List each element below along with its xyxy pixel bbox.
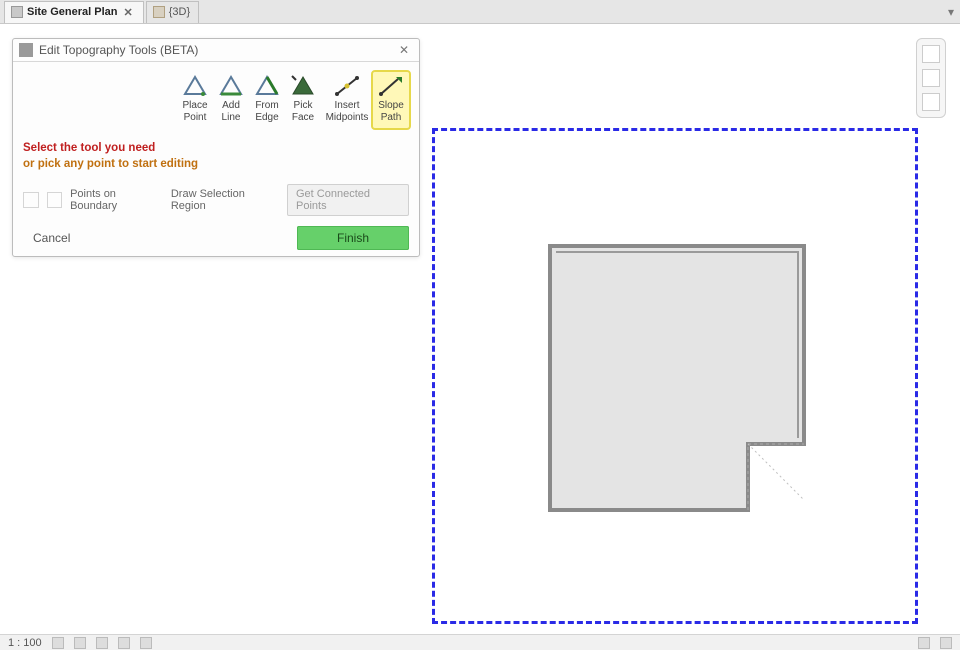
tool-row: Place Point Add Line From Edge [23,72,409,128]
status-icon-a[interactable] [52,637,64,649]
tab-3d[interactable]: {3D} [146,1,199,23]
cancel-button[interactable]: Cancel [23,227,80,249]
dialog-mid-row: Points on Boundary Draw Selection Region… [23,184,409,216]
tool-label: Point [178,112,212,124]
tool-label: Midpoints [322,112,372,124]
status-icon-c[interactable] [96,637,108,649]
tool-label: Pick [286,100,320,112]
tool-pick-face[interactable]: Pick Face [285,72,321,128]
scale-label[interactable]: 1 : 100 [8,637,42,649]
status-icon-g[interactable] [940,637,952,649]
view-icon[interactable] [922,69,940,87]
dialog-body: Place Point Add Line From Edge [13,62,419,256]
place-point-icon [180,74,210,98]
tool-label: Line [214,112,248,124]
points-on-boundary-btn[interactable]: Points on Boundary [70,188,163,212]
tool-label: Slope [374,100,408,112]
tool-add-line[interactable]: Add Line [213,72,249,128]
tool-label: Place [178,100,212,112]
edit-topography-dialog: Edit Topography Tools (BETA) ✕ Place Poi… [12,38,420,257]
finish-button[interactable]: Finish [297,226,409,250]
tool-label: Edge [250,112,284,124]
tool-from-edge[interactable]: From Edge [249,72,285,128]
tool-place-point[interactable]: Place Point [177,72,213,128]
tab-overflow[interactable]: ▾ [948,5,960,19]
status-icon-d[interactable] [118,637,130,649]
tool-label: Path [374,112,408,124]
pick-face-icon [288,74,318,98]
status-icon-f[interactable] [918,637,930,649]
cube-icon [153,6,165,18]
document-icon [11,6,23,18]
tool-label: Insert [322,100,372,112]
status-bar: 1 : 100 [0,634,960,650]
tab-bar: Site General Plan ✕ {3D} ▾ [0,0,960,24]
drawing-canvas[interactable]: Edit Topography Tools (BETA) ✕ Place Poi… [0,24,960,634]
hint-line-2: or pick any point to start editing [23,156,409,172]
mini-icon-b[interactable] [47,192,63,208]
close-icon[interactable]: ✕ [395,43,413,57]
hint-text: Select the tool you need or pick any poi… [23,140,409,172]
status-icon-e[interactable] [140,637,152,649]
view-options-icon[interactable] [922,93,940,111]
draw-selection-region-btn[interactable]: Draw Selection Region [171,188,279,212]
app-icon [19,43,33,57]
close-icon[interactable]: ✕ [121,6,134,19]
tool-label: From [250,100,284,112]
home-view-icon[interactable] [922,45,940,63]
dialog-titlebar[interactable]: Edit Topography Tools (BETA) ✕ [13,39,419,62]
slope-path-icon [376,74,406,98]
tab-site-general-plan[interactable]: Site General Plan ✕ [4,1,144,23]
dialog-actions: Cancel Finish [23,226,409,250]
insert-midpoints-icon [332,74,362,98]
view-nav-panel [916,38,946,118]
tool-slope-path[interactable]: Slope Path [373,72,409,128]
building-outline[interactable] [548,244,806,512]
hint-line-1: Select the tool you need [23,140,409,156]
add-line-icon [216,74,246,98]
dialog-title: Edit Topography Tools (BETA) [39,43,198,57]
tool-label: Add [214,100,248,112]
tool-label: Face [286,112,320,124]
tab-label: Site General Plan [27,6,117,18]
tool-insert-midpoints[interactable]: Insert Midpoints [321,72,373,128]
tab-label: {3D} [169,6,190,18]
get-connected-points-btn: Get Connected Points [287,184,409,216]
from-edge-icon [252,74,282,98]
status-icon-b[interactable] [74,637,86,649]
mini-icon-a[interactable] [23,192,39,208]
